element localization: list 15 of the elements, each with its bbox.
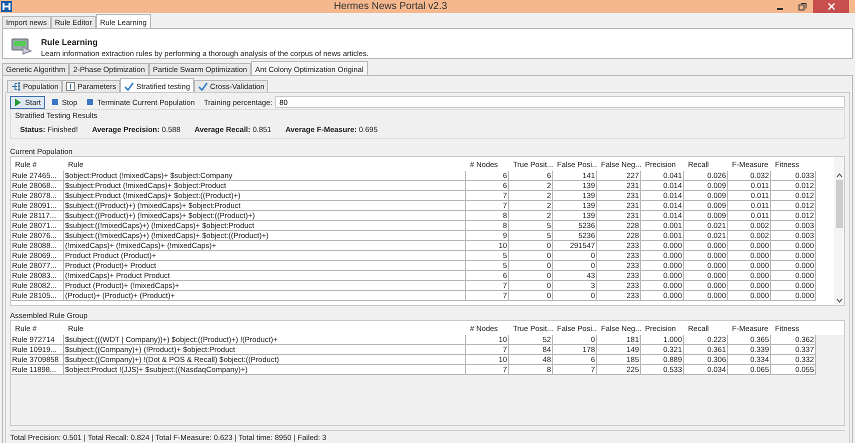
- scrollbar[interactable]: [834, 157, 844, 305]
- close-icon[interactable]: [813, 0, 849, 13]
- play-icon: [14, 98, 22, 106]
- tree-icon: [11, 82, 21, 91]
- scroll-up-icon[interactable]: [836, 173, 842, 178]
- monitor-icon: [11, 37, 33, 57]
- window-title: Hermes News Portal v2.3: [332, 1, 448, 12]
- stop-icon: [50, 98, 59, 106]
- checkmark-icon: [124, 82, 134, 91]
- header-title: Rule Learning: [41, 37, 99, 47]
- scroll-down-icon[interactable]: [836, 298, 842, 303]
- stop-icon: [86, 98, 94, 106]
- parameters-icon: [66, 82, 76, 91]
- checkmark-icon: [198, 82, 208, 91]
- app-logo-icon: [1, 1, 12, 12]
